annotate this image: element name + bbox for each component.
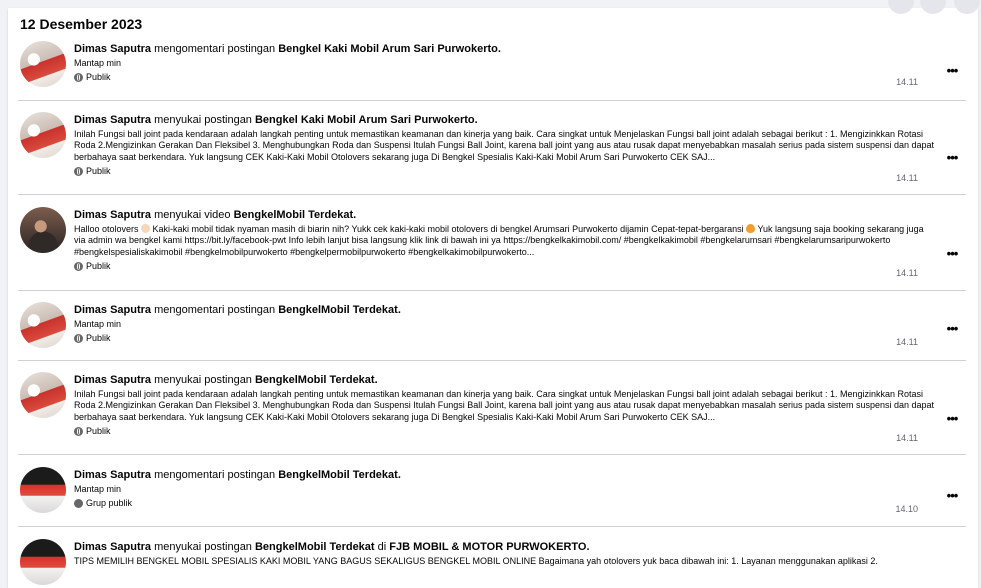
activity-title: Dimas Saputra menyukai postingan Bengkel… xyxy=(74,374,378,386)
target-link[interactable]: Bengkel Kaki Mobil Arum Sari Purwokerto. xyxy=(278,43,501,55)
post-description: Inilah Fungsi ball joint pada kendaraan … xyxy=(74,389,935,422)
activity-title: Dimas Saputra mengomentari postingan Ben… xyxy=(74,43,501,55)
more-options-button[interactable]: ••• xyxy=(942,322,962,338)
comment-text: Mantap min xyxy=(74,484,122,494)
post-description: Inilah Fungsi ball joint pada kendaraan … xyxy=(74,129,935,162)
timestamp: 14.11 xyxy=(896,337,918,347)
globe-icon xyxy=(74,334,83,343)
privacy-label: Publik xyxy=(74,261,936,272)
actor-name[interactable]: Dimas Saputra xyxy=(74,304,151,316)
activity-item[interactable]: Dimas Saputra menyukai postingan Bengkel… xyxy=(18,527,966,587)
target-link[interactable]: BengkelMobil Terdekat. xyxy=(255,374,378,386)
activity-item[interactable]: Dimas Saputra menyukai postingan Bengkel… xyxy=(18,101,966,195)
actor-name[interactable]: Dimas Saputra xyxy=(74,541,151,553)
target-link[interactable]: Bengkel Kaki Mobil Arum Sari Purwokerto. xyxy=(255,114,478,126)
activity-item[interactable]: Dimas Saputra menyukai postingan Bengkel… xyxy=(18,361,966,455)
more-options-button[interactable]: ••• xyxy=(942,64,962,80)
toolbar-button[interactable] xyxy=(954,0,980,14)
avatar[interactable] xyxy=(20,41,66,87)
timestamp: 14.11 xyxy=(896,268,918,278)
more-options-button[interactable]: ••• xyxy=(942,151,962,167)
timestamp: 14.11 xyxy=(896,77,918,87)
avatar[interactable] xyxy=(20,467,66,513)
post-description: Halloo otolovers Kaki-kaki mobil tidak n… xyxy=(74,224,924,257)
toolbar-button[interactable] xyxy=(920,0,946,14)
activity-title: Dimas Saputra mengomentari postingan Ben… xyxy=(74,469,401,481)
actor-name[interactable]: Dimas Saputra xyxy=(74,114,151,126)
activity-log-card: 12 Desember 2023 Dimas Saputra mengoment… xyxy=(8,0,980,588)
activity-item[interactable]: Dimas Saputra mengomentari postingan Ben… xyxy=(18,291,966,361)
activity-title: Dimas Saputra mengomentari postingan Ben… xyxy=(74,304,401,316)
privacy-label: Grup publik xyxy=(74,498,936,509)
avatar[interactable] xyxy=(20,302,66,348)
more-options-button[interactable]: ••• xyxy=(942,247,962,263)
avatar[interactable] xyxy=(20,539,66,585)
privacy-label: Publik xyxy=(74,72,936,83)
timestamp: 14.11 xyxy=(896,433,918,443)
privacy-label: Publik xyxy=(74,166,936,177)
date-header: 12 Desember 2023 xyxy=(20,16,143,32)
activity-title: Dimas Saputra menyukai postingan Bengkel… xyxy=(74,114,478,126)
comment-text: Mantap min xyxy=(74,319,122,329)
more-options-button[interactable]: ••• xyxy=(942,489,962,505)
waving-hand-icon xyxy=(141,224,151,233)
fire-icon xyxy=(746,224,756,233)
actor-name[interactable]: Dimas Saputra xyxy=(74,469,151,481)
group-icon xyxy=(74,499,83,508)
activity-item[interactable]: Dimas Saputra mengomentari postingan Ben… xyxy=(18,38,966,101)
comment-text: Mantap min xyxy=(74,58,122,68)
privacy-label: Publik xyxy=(74,426,936,437)
globe-icon xyxy=(74,73,83,82)
toolbar-button[interactable] xyxy=(888,0,914,14)
timestamp: 14.11 xyxy=(896,173,918,183)
target-link[interactable]: BengkelMobil Terdekat xyxy=(255,541,375,553)
actor-name[interactable]: Dimas Saputra xyxy=(74,43,151,55)
actor-name[interactable]: Dimas Saputra xyxy=(74,209,151,221)
activity-title: Dimas Saputra menyukai video BengkelMobi… xyxy=(74,209,357,221)
target-link[interactable]: BengkelMobil Terdekat. xyxy=(234,209,357,221)
group-link[interactable]: FJB MOBIL & MOTOR PURWOKERTO. xyxy=(389,541,589,553)
avatar[interactable] xyxy=(20,112,66,158)
more-options-button[interactable]: ••• xyxy=(942,412,962,428)
privacy-label: Publik xyxy=(74,333,936,344)
activity-item[interactable]: Dimas Saputra menyukai video BengkelMobi… xyxy=(18,195,966,291)
target-link[interactable]: BengkelMobil Terdekat. xyxy=(278,469,401,481)
globe-icon xyxy=(74,427,83,437)
avatar[interactable] xyxy=(20,372,66,418)
activity-item[interactable]: Dimas Saputra mengomentari postingan Ben… xyxy=(18,455,966,527)
globe-icon xyxy=(74,262,83,272)
actor-name[interactable]: Dimas Saputra xyxy=(74,374,151,386)
target-link[interactable]: BengkelMobil Terdekat. xyxy=(278,304,401,316)
avatar[interactable] xyxy=(20,207,66,253)
timestamp: 14.10 xyxy=(895,504,918,514)
activity-title: Dimas Saputra menyukai postingan Bengkel… xyxy=(74,541,590,553)
globe-icon xyxy=(74,167,83,177)
